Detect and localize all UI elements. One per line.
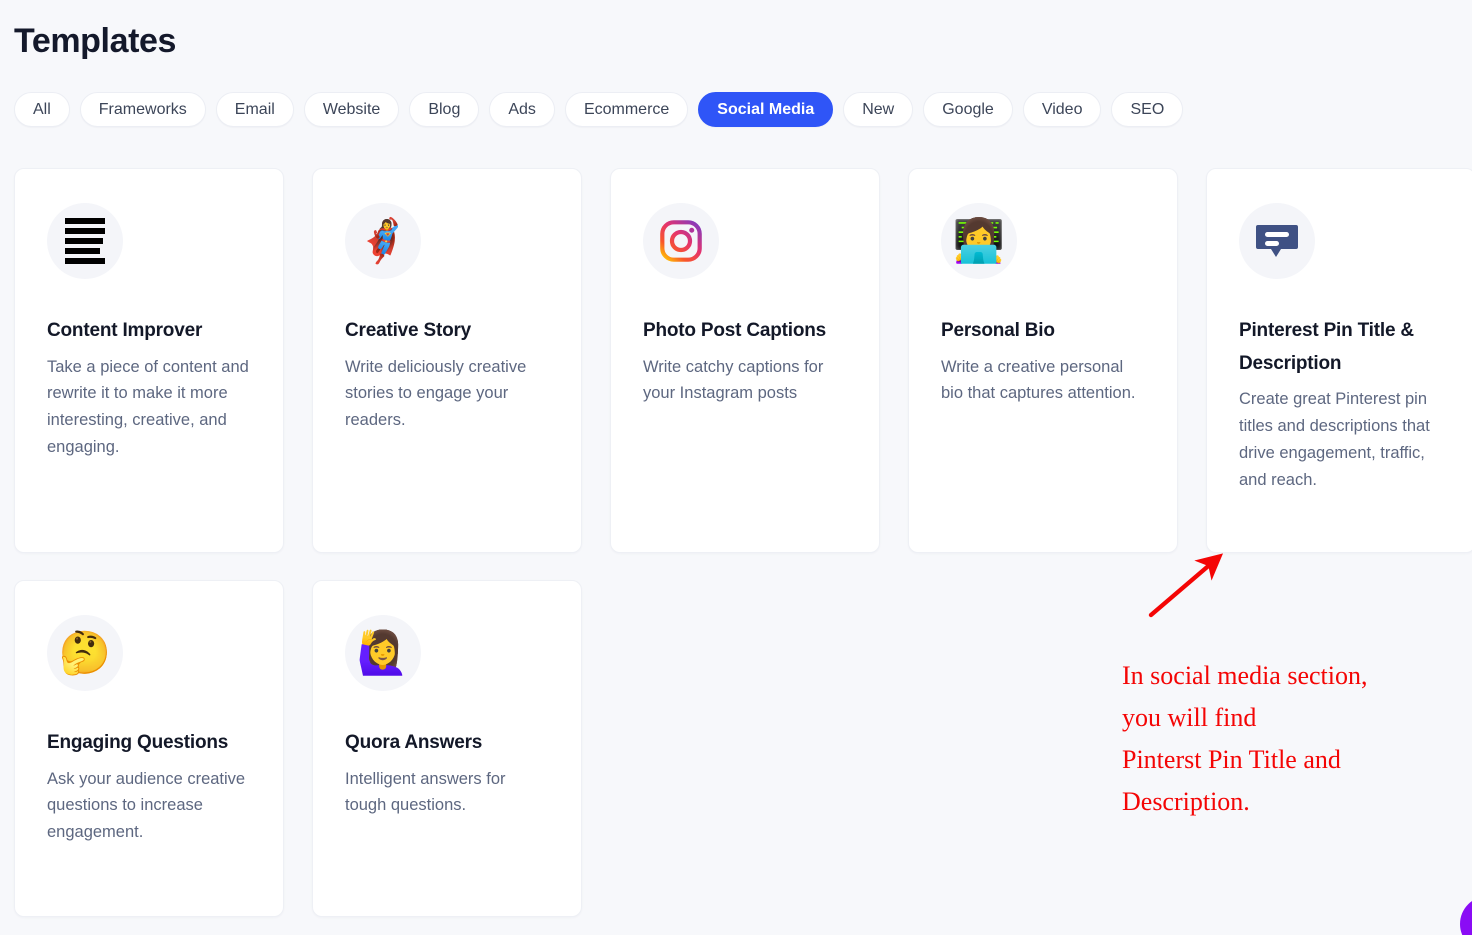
template-card-personal-bio[interactable]: 👩‍💻 Personal Bio Write a creative person… [908, 168, 1178, 553]
tab-new[interactable]: New [843, 92, 914, 127]
tab-label: All [33, 100, 51, 118]
person-raising-hand-emoji: 🙋‍♀️ [356, 629, 410, 676]
horizontal-bars-icon [47, 203, 123, 279]
card-description: Write a creative personal bio that captu… [941, 357, 1136, 403]
category-tab-bar: All Frameworks Email Website Blog Ads Ec… [14, 92, 1184, 127]
template-card-engaging-questions[interactable]: 🤔 Engaging Questions Ask your audience c… [14, 580, 284, 917]
tab-video[interactable]: Video [1022, 92, 1102, 127]
tab-social-media[interactable]: Social Media [698, 92, 834, 127]
tab-ecommerce[interactable]: Ecommerce [564, 92, 689, 127]
card-title: Pinterest Pin Title & Description [1239, 320, 1414, 374]
card-description: Create great Pinterest pin titles and de… [1239, 390, 1430, 489]
thinking-face-emoji: 🤔 [58, 629, 112, 676]
template-card-pinterest-pin[interactable]: Pinterest Pin Title & Description Create… [1206, 168, 1472, 553]
tab-label: New [862, 100, 895, 118]
speech-bubble-icon [1239, 203, 1315, 279]
template-card-content-improver[interactable]: Content Improver Take a piece of content… [14, 168, 284, 553]
woman-technologist-emoji: 👩‍💻 [952, 217, 1006, 264]
tab-label: Ecommerce [583, 100, 670, 118]
card-description: Write catchy captions for your Instagram… [643, 357, 824, 403]
instagram-glyph [660, 220, 702, 262]
tab-label: Social Media [717, 100, 815, 118]
card-title: Creative Story [345, 320, 472, 341]
tab-label: Email [234, 100, 275, 118]
tab-label: Frameworks [98, 100, 187, 118]
card-title: Photo Post Captions [643, 320, 827, 341]
template-card-creative-story[interactable]: 🦸‍♀️ Creative Story Write deliciously cr… [312, 168, 582, 553]
tab-google[interactable]: Google [923, 92, 1013, 127]
annotation-line-1: In social media section, [1122, 661, 1368, 690]
tab-label: SEO [1130, 100, 1165, 118]
tab-label: Google [942, 100, 994, 118]
card-title: Personal Bio [941, 320, 1055, 341]
annotation-text: In social media section, you will find P… [1122, 655, 1462, 823]
template-card-quora-answers[interactable]: 🙋‍♀️ Quora Answers Intelligent answers f… [312, 580, 582, 917]
card-description: Ask your audience creative questions to … [47, 769, 246, 842]
templates-page: Templates All Frameworks Email Website B… [0, 0, 1472, 935]
tab-label: Video [1041, 100, 1083, 118]
tab-label: Website [322, 100, 381, 118]
speech-bubble-glyph [1256, 225, 1298, 257]
tab-ads[interactable]: Ads [489, 92, 555, 127]
template-card-photo-post-captions[interactable]: Photo Post Captions Write catchy caption… [610, 168, 880, 553]
card-title: Engaging Questions [47, 732, 229, 753]
tab-seo[interactable]: SEO [1111, 92, 1184, 127]
card-description: Write deliciously creative stories to en… [345, 357, 527, 430]
woman-technologist-icon: 👩‍💻 [941, 203, 1017, 279]
annotation-line-2: you will find [1122, 703, 1257, 733]
card-description: Take a piece of content and rewrite it t… [47, 357, 249, 456]
tab-label: Blog [428, 100, 461, 118]
tab-all[interactable]: All [14, 92, 70, 127]
page-title: Templates [14, 22, 177, 60]
superhero-woman-emoji: 🦸‍♀️ [356, 217, 410, 264]
tab-frameworks[interactable]: Frameworks [79, 92, 206, 127]
person-raising-hand-icon: 🙋‍♀️ [345, 615, 421, 691]
superhero-woman-icon: 🦸‍♀️ [345, 203, 421, 279]
annotation-line-3: Pinterst Pin Title and [1122, 745, 1341, 775]
tab-label: Ads [508, 100, 536, 118]
tab-email[interactable]: Email [215, 92, 294, 127]
card-title: Content Improver [47, 320, 203, 341]
tab-blog[interactable]: Blog [409, 92, 480, 127]
tab-website[interactable]: Website [303, 92, 400, 127]
card-description: Intelligent answers for tough questions. [345, 769, 506, 815]
thinking-face-icon: 🤔 [47, 615, 123, 691]
instagram-icon [643, 203, 719, 279]
annotation-line-4: Description. [1122, 787, 1250, 817]
card-title: Quora Answers [345, 732, 483, 753]
